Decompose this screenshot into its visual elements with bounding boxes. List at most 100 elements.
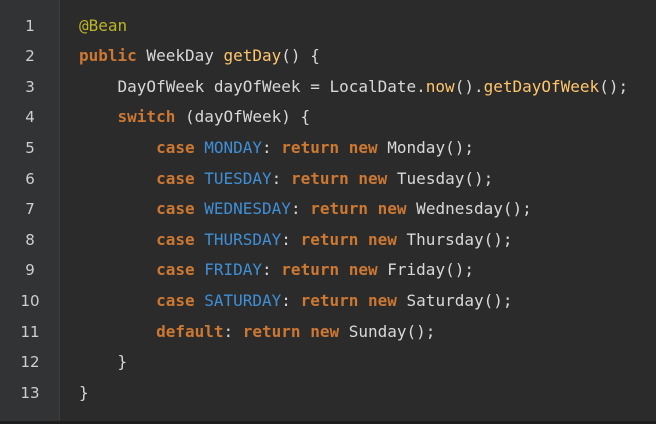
code-token-const: TUESDAY [204,169,272,188]
code-token-punc: : [281,230,301,249]
code-token-kw: new [368,230,397,249]
line-number: 7 [25,200,35,218]
code-token-const: WEDNESDAY [204,199,291,218]
code-token-plain: WeekDay [136,46,224,65]
code-token-plain: } [79,383,89,402]
code-token-kw: new [377,199,407,218]
code-line[interactable]: public WeekDay getDay() { [79,41,320,71]
code-area[interactable]: @Bean public WeekDay getDay() { DayOfWeek… [60,0,656,424]
code-token-kw: public [79,46,137,65]
code-token-plain: Monday(); [377,138,474,157]
code-token-fn: getDay [223,46,282,65]
code-token-plain: Friday(); [377,260,474,279]
line-number: 8 [25,231,35,249]
code-token-plain: Sunday(); [339,322,436,341]
code-line[interactable]: @Bean [79,11,127,41]
line-number: 4 [25,108,35,126]
code-token-plain: Saturday(); [396,291,513,310]
code-token-kw: return [281,138,340,157]
code-token-kw: case [156,199,195,218]
code-token-punc: : [290,199,311,218]
code-line[interactable]: case TUESDAY: return new Tuesday(); [79,164,493,194]
code-line[interactable]: case SATURDAY: return new Saturday(); [79,286,513,316]
code-token-kw: new [310,322,340,341]
line-number: 6 [25,170,35,188]
code-token-const: THURSDAY [204,230,282,249]
code-token-punc: (); [599,77,629,96]
code-token-kw: return [281,260,340,279]
code-token-punc: : [262,138,282,157]
code-token-kw: case [156,291,195,310]
code-line[interactable]: default: return new Sunday(); [79,317,435,347]
code-line[interactable]: case FRIDAY: return new Friday(); [79,255,474,285]
code-token-plain: (dayOfWeek) { [175,107,311,126]
code-token-kw: return [310,199,368,218]
line-number: 9 [25,261,35,279]
code-token-kw: case [156,230,195,249]
line-number: 11 [20,323,40,341]
code-token-plain: DayOfWeek dayOfWeek = LocalDate. [79,77,426,96]
code-token-plain: Wednesday(); [406,199,532,218]
code-token-plain: Thursday(); [396,230,513,249]
code-token-kw: new [358,169,388,188]
line-number: 1 [25,17,35,35]
code-token-kw: case [156,138,195,157]
code-line[interactable]: case WEDNESDAY: return new Wednesday(); [79,194,532,224]
code-token-punc: () { [281,46,320,65]
code-token-kw: new [348,138,378,157]
line-number: 10 [20,292,40,310]
code-token-const: SATURDAY [204,291,282,310]
code-token-punc: : [281,291,301,310]
code-line[interactable]: DayOfWeek dayOfWeek = LocalDate.now().ge… [79,72,629,102]
code-token-const: FRIDAY [204,260,263,279]
code-line[interactable]: } [79,378,89,408]
code-token-punc: : [262,260,282,279]
code-token-kw: return [290,169,349,188]
code-editor[interactable]: 1 2 3 4 5 6 7 8 9 10 11 12 13 @Bean public WeekDay ge… [0,0,656,424]
line-number: 12 [20,353,40,371]
code-token-kw: return [300,230,359,249]
code-token-const: MONDAY [204,138,263,157]
code-token-kw: new [368,291,397,310]
code-token-kw: case [156,260,195,279]
line-number: 2 [25,47,35,65]
code-token-fn: now [425,77,455,96]
code-token-punc: : [223,322,243,341]
code-token-kw: return [300,291,359,310]
line-number: 13 [20,384,40,402]
line-number: 5 [25,139,35,157]
code-token-kw: switch [117,107,176,126]
code-line[interactable]: switch (dayOfWeek) { [79,102,311,132]
line-number: 3 [25,78,35,96]
code-token-plain: } [79,352,128,371]
code-line[interactable]: } [79,347,128,377]
code-token-kw: new [348,260,378,279]
code-token-kw: case [156,169,195,188]
line-number-gutter: 1 2 3 4 5 6 7 8 9 10 11 12 13 [0,0,60,424]
code-line[interactable]: case THURSDAY: return new Thursday(); [79,225,513,255]
code-token-kw: default [156,322,224,341]
code-token-punc: (). [454,77,484,96]
code-token-punc: : [271,169,291,188]
code-line[interactable]: case MONDAY: return new Monday(); [79,133,474,163]
